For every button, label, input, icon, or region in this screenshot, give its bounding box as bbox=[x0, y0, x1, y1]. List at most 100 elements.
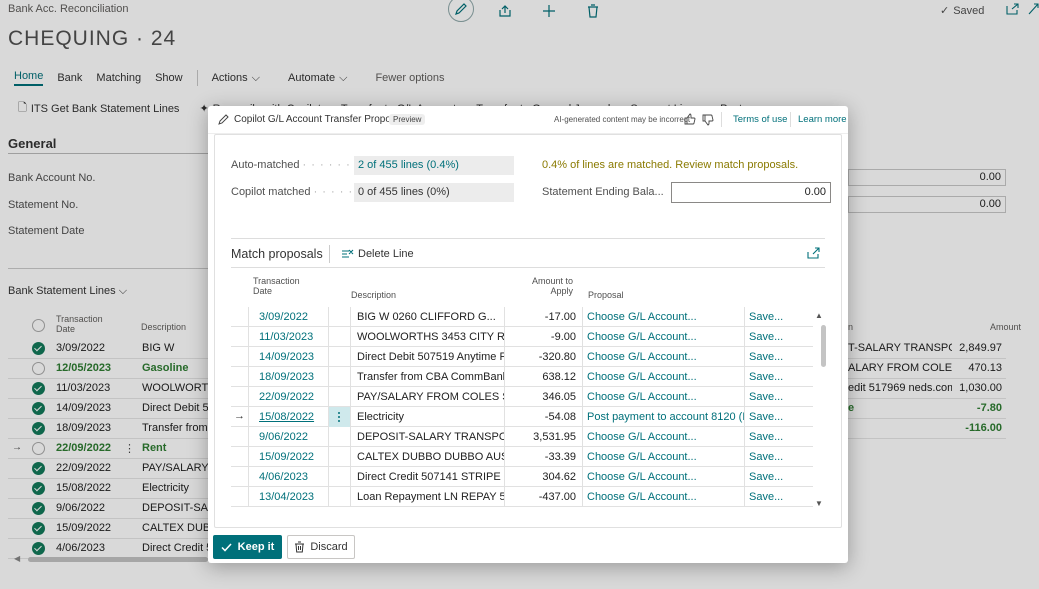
divider bbox=[231, 238, 825, 239]
row-amount: -54.08 bbox=[505, 407, 583, 427]
row-amount: -33.39 bbox=[505, 447, 583, 467]
scroll-thumb[interactable] bbox=[821, 325, 826, 367]
thumbs-down-icon[interactable] bbox=[702, 114, 714, 126]
row-save-link[interactable]: Save... bbox=[745, 467, 813, 487]
row-menu[interactable] bbox=[329, 427, 351, 447]
row-menu[interactable] bbox=[329, 307, 351, 327]
row-menu[interactable] bbox=[329, 347, 351, 367]
row-amount: -437.00 bbox=[505, 487, 583, 507]
row-proposal-link[interactable]: Choose G/L Account... bbox=[583, 487, 745, 507]
row-proposal-link[interactable]: Choose G/L Account... bbox=[583, 367, 745, 387]
thumbs-up-icon[interactable] bbox=[684, 113, 696, 125]
table-row[interactable]: 18/09/2023 Transfer from CBA CommBank ...… bbox=[231, 367, 813, 387]
share-icon[interactable] bbox=[807, 247, 820, 259]
row-menu[interactable] bbox=[329, 487, 351, 507]
discard-button[interactable]: Discard bbox=[287, 535, 355, 559]
row-menu[interactable] bbox=[329, 367, 351, 387]
row-menu[interactable] bbox=[329, 387, 351, 407]
row-date[interactable]: 14/09/2023 bbox=[249, 347, 329, 367]
row-description: BIG W 0260 CLIFFORD G... bbox=[351, 307, 505, 327]
row-date[interactable]: 3/09/2022 bbox=[249, 307, 329, 327]
trash-icon bbox=[294, 541, 305, 553]
table-row[interactable]: 14/09/2023 Direct Debit 507519 Anytime Fi… bbox=[231, 347, 813, 367]
row-menu[interactable] bbox=[329, 447, 351, 467]
row-amount: -9.00 bbox=[505, 327, 583, 347]
row-save-link[interactable]: Save... bbox=[745, 427, 813, 447]
match-proposals-title: Match proposals bbox=[231, 247, 323, 261]
more-options-icon[interactable] bbox=[338, 412, 341, 422]
row-date[interactable]: 15/08/2022 bbox=[249, 407, 329, 427]
statement-ending-balance-input[interactable]: 0.00 bbox=[671, 182, 831, 203]
row-proposal-link[interactable]: Choose G/L Account... bbox=[583, 427, 745, 447]
terms-of-use-link[interactable]: Terms of use bbox=[733, 114, 787, 125]
delete-line-icon bbox=[341, 249, 354, 259]
row-amount: 304.62 bbox=[505, 467, 583, 487]
dialog-header: Copilot G/L Account Transfer Proposals P… bbox=[208, 106, 848, 134]
delete-line-button[interactable]: Delete Line bbox=[341, 248, 414, 260]
table-row[interactable]: 3/09/2022 BIG W 0260 CLIFFORD G... -17.00 C… bbox=[231, 307, 813, 327]
row-save-link[interactable]: Save... bbox=[745, 367, 813, 387]
row-indicator bbox=[231, 347, 249, 367]
auto-matched-value[interactable]: 2 of 455 lines (0.4%) bbox=[354, 156, 514, 175]
copilot-matched-label: Copilot matched · · · · · · bbox=[231, 186, 362, 198]
row-proposal-link[interactable]: Post payment to account 8120 (El... bbox=[583, 407, 745, 427]
table-row[interactable]: 11/03/2023 WOOLWORTHS 3453 CITY R... -9.00… bbox=[231, 327, 813, 347]
row-save-link[interactable]: Save... bbox=[745, 387, 813, 407]
row-save-link[interactable]: Save... bbox=[745, 487, 813, 507]
row-proposal-link[interactable]: Choose G/L Account... bbox=[583, 387, 745, 407]
row-description: Transfer from CBA CommBank ... bbox=[351, 367, 505, 387]
table-row[interactable]: 13/04/2023 Loan Repayment LN REPAY 502...… bbox=[231, 487, 813, 507]
row-indicator bbox=[231, 487, 249, 507]
scroll-up-icon[interactable]: ▲ bbox=[815, 311, 823, 320]
row-description: Direct Credit 507141 STRIPE ST... bbox=[351, 467, 505, 487]
row-description: DEPOSIT-SALARY TRANSPORTS... bbox=[351, 427, 505, 447]
preview-badge: Preview bbox=[389, 114, 426, 125]
row-amount: -320.80 bbox=[505, 347, 583, 367]
row-date[interactable]: 9/06/2022 bbox=[249, 427, 329, 447]
col-description[interactable]: Description bbox=[351, 290, 396, 300]
row-description: WOOLWORTHS 3453 CITY R... bbox=[351, 327, 505, 347]
table-row[interactable]: 22/09/2022 PAY/SALARY FROM COLES SUP...34… bbox=[231, 387, 813, 407]
table-row[interactable]: → 15/08/2022 Electricity -54.08 Post payment… bbox=[231, 407, 813, 427]
row-save-link[interactable]: Save... bbox=[745, 407, 813, 427]
row-proposal-link[interactable]: Choose G/L Account... bbox=[583, 307, 745, 327]
divider bbox=[329, 245, 330, 263]
dialog-body: Auto-matched · · · · · · · · 2 of 455 li… bbox=[214, 134, 842, 528]
keep-it-button[interactable]: Keep it bbox=[213, 535, 282, 559]
row-proposal-link[interactable]: Choose G/L Account... bbox=[583, 467, 745, 487]
row-menu[interactable] bbox=[329, 467, 351, 487]
col-amount-to-apply[interactable]: Amount to Apply bbox=[523, 276, 573, 296]
row-save-link[interactable]: Save... bbox=[745, 347, 813, 367]
row-amount: 638.12 bbox=[505, 367, 583, 387]
row-date[interactable]: 18/09/2023 bbox=[249, 367, 329, 387]
row-menu[interactable] bbox=[329, 407, 351, 427]
row-amount: 346.05 bbox=[505, 387, 583, 407]
table-row[interactable]: 15/09/2022 CALTEX DUBBO DUBBO AUS T...-33… bbox=[231, 447, 813, 467]
row-date[interactable]: 11/03/2023 bbox=[249, 327, 329, 347]
copilot-matched-value: 0 of 455 lines (0%) bbox=[354, 183, 514, 202]
table-row[interactable]: 4/06/2023 Direct Credit 507141 STRIPE ST.… bbox=[231, 467, 813, 487]
row-indicator bbox=[231, 447, 249, 467]
row-description: Loan Repayment LN REPAY 502... bbox=[351, 487, 505, 507]
row-date[interactable]: 4/06/2023 bbox=[249, 467, 329, 487]
row-indicator bbox=[231, 467, 249, 487]
row-proposal-link[interactable]: Choose G/L Account... bbox=[583, 447, 745, 467]
col-proposal[interactable]: Proposal bbox=[588, 290, 624, 300]
row-date[interactable]: 22/09/2022 bbox=[249, 387, 329, 407]
row-menu[interactable] bbox=[329, 327, 351, 347]
current-row-arrow-icon: → bbox=[234, 410, 245, 422]
dialog-title: Copilot G/L Account Transfer Proposals bbox=[234, 114, 409, 125]
table-row[interactable]: 9/06/2022 DEPOSIT-SALARY TRANSPORTS...3,5… bbox=[231, 427, 813, 447]
row-description: PAY/SALARY FROM COLES SUP... bbox=[351, 387, 505, 407]
col-transaction-date[interactable]: Transaction Date bbox=[253, 276, 303, 296]
row-description: Electricity bbox=[351, 407, 505, 427]
row-save-link[interactable]: Save... bbox=[745, 327, 813, 347]
row-save-link[interactable]: Save... bbox=[745, 447, 813, 467]
row-save-link[interactable]: Save... bbox=[745, 307, 813, 327]
row-proposal-link[interactable]: Choose G/L Account... bbox=[583, 327, 745, 347]
learn-more-link[interactable]: Learn more bbox=[798, 114, 847, 125]
row-proposal-link[interactable]: Choose G/L Account... bbox=[583, 347, 745, 367]
row-date[interactable]: 13/04/2023 bbox=[249, 487, 329, 507]
row-date[interactable]: 15/09/2022 bbox=[249, 447, 329, 467]
scroll-down-icon[interactable]: ▼ bbox=[815, 499, 823, 508]
